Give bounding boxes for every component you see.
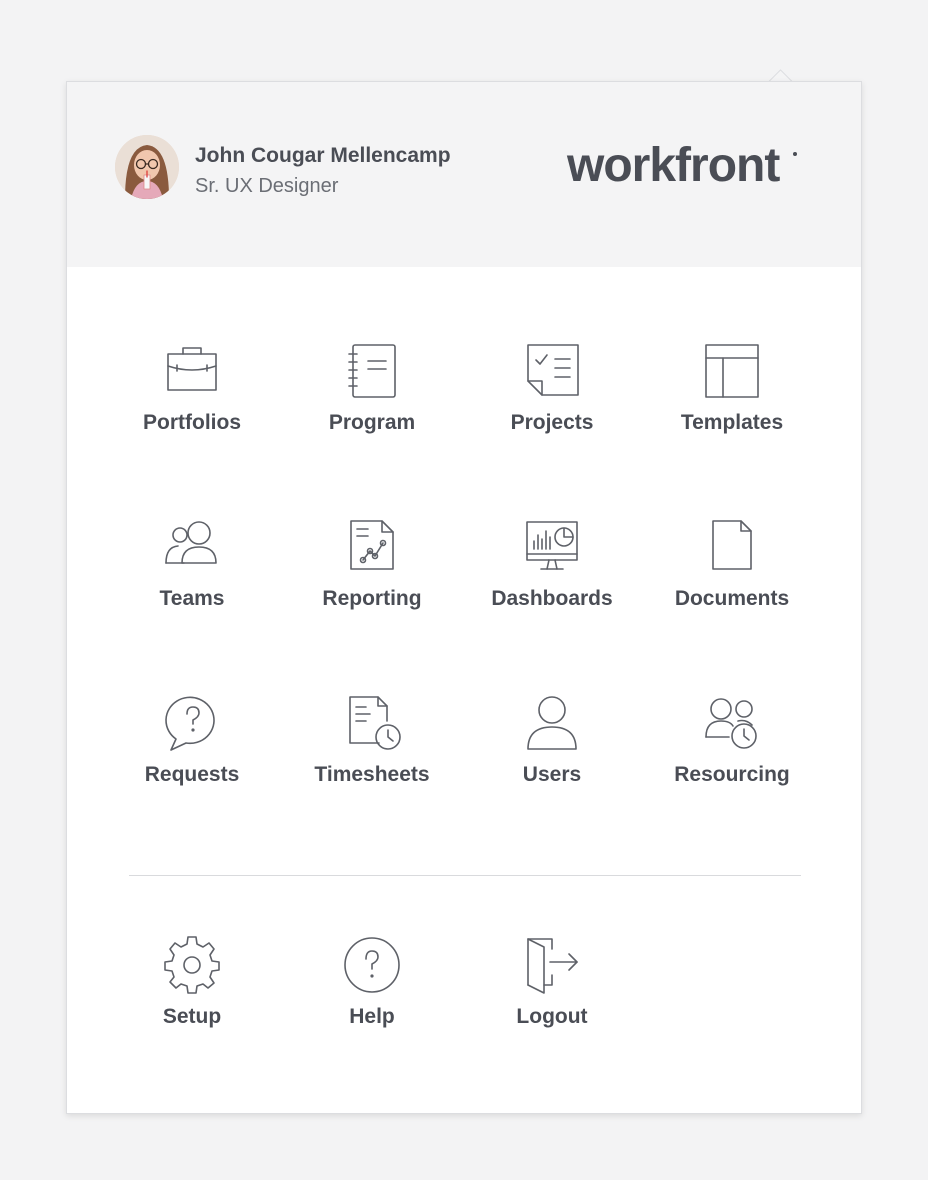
user-icon [522,693,582,753]
menu-item-timesheets[interactable]: Timesheets [282,693,462,813]
menu-item-label: Users [522,763,582,786]
layout-icon [702,341,762,401]
menu-item-users[interactable]: Users [462,693,642,813]
gear-icon [162,935,222,995]
logout-icon [522,935,582,995]
menu-item-label: Templates [680,411,784,434]
menu-item-requests[interactable]: Requests [102,693,282,813]
monitor-chart-icon [522,517,582,577]
menu-item-label: Documents [674,587,790,610]
document-icon [702,517,762,577]
menu-item-label: Dashboards [491,587,613,610]
question-bubble-icon [162,693,222,753]
menu-item-label: Program [328,411,416,434]
menu-item-templates[interactable]: Templates [642,341,822,461]
avatar[interactable] [115,135,179,199]
popover-caret [765,66,795,82]
menu-item-label: Teams [159,587,225,610]
people-clock-icon [702,693,762,753]
report-icon [342,517,402,577]
menu-item-label: Timesheets [314,763,430,786]
menu-item-logout[interactable]: Logout [462,935,642,1055]
user-header: John Cougar Mellencamp Sr. UX Designer w… [67,82,861,267]
help-circle-icon [342,935,402,995]
menu-item-documents[interactable]: Documents [642,517,822,637]
menu-item-setup[interactable]: Setup [102,935,282,1055]
menu-item-resourcing[interactable]: Resourcing [642,693,822,813]
menu-item-projects[interactable]: Projects [462,341,642,461]
menu-item-label: Resourcing [674,763,790,786]
menu-item-label: Logout [516,1005,588,1028]
menu-item-teams[interactable]: Teams [102,517,282,637]
menu-item-dashboards[interactable]: Dashboards [462,517,642,637]
menu-item-label: Portfolios [143,411,241,434]
menu-item-label: Requests [144,763,240,786]
menu-item-reporting[interactable]: Reporting [282,517,462,637]
team-icon [162,517,222,577]
user-name: John Cougar Mellencamp [195,144,451,167]
brand-logo: workfront [567,139,780,192]
menu-item-portfolios[interactable]: Portfolios [102,341,282,461]
menu-item-label: Projects [510,411,594,434]
checklist-icon [522,341,582,401]
menu-item-label: Reporting [322,587,422,610]
briefcase-icon [162,341,222,401]
menu-item-program[interactable]: Program [282,341,462,461]
notebook-icon [342,341,402,401]
menu-item-label: Help [349,1005,395,1028]
app-menu-popover: John Cougar Mellencamp Sr. UX Designer w… [66,81,862,1114]
menu-item-label: Setup [162,1005,222,1028]
user-role: Sr. UX Designer [195,175,339,197]
timesheet-icon [342,693,402,753]
menu-item-help[interactable]: Help [282,935,462,1055]
registered-mark [793,152,797,156]
menu-divider [129,875,801,876]
